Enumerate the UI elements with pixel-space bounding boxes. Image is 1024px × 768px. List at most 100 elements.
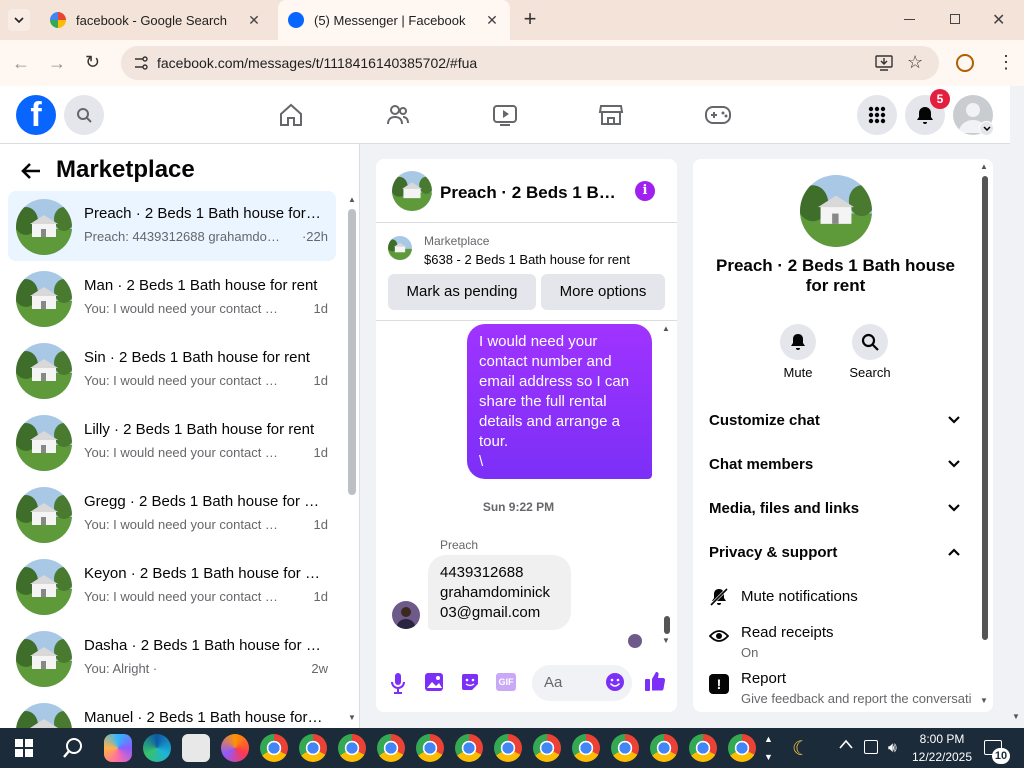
chrome-taskbar-icon[interactable]	[728, 734, 756, 762]
search-in-conversation-button[interactable]	[852, 324, 888, 360]
info-section-1[interactable]: Chat members	[705, 454, 971, 476]
scroll-down-arrow[interactable]: ▼	[662, 636, 670, 645]
close-tab-icon[interactable]: ✕	[484, 12, 500, 28]
outgoing-message-bubble[interactable]: I would need your contact number and ema…	[467, 324, 652, 479]
marketplace-icon[interactable]	[596, 100, 626, 130]
tab-search-button[interactable]	[8, 9, 30, 31]
chrome-taskbar-icon[interactable]	[299, 734, 327, 762]
sticker-icon[interactable]	[460, 672, 480, 692]
reload-icon[interactable]: ↻	[85, 52, 100, 73]
chrome-taskbar-icon[interactable]	[377, 734, 405, 762]
fb-search-button[interactable]	[64, 95, 104, 135]
browser-menu-icon[interactable]: ⋮	[997, 52, 1015, 72]
gif-button[interactable]: GIF	[496, 673, 516, 691]
privacy-item[interactable]: Read receipts On	[741, 624, 971, 661]
friends-icon[interactable]	[383, 100, 413, 130]
show-hidden-icons[interactable]	[839, 739, 853, 749]
mark-as-pending-button[interactable]: Mark as pending	[388, 274, 536, 310]
back-arrow-icon[interactable]	[20, 160, 42, 182]
install-app-icon[interactable]	[875, 55, 893, 71]
emoji-icon[interactable]	[605, 672, 625, 692]
clock-time[interactable]: 8:00 PM	[912, 732, 972, 746]
menu-grid-button[interactable]	[857, 95, 897, 135]
chrome-taskbar-icon[interactable]	[338, 734, 366, 762]
volume-icon[interactable]: 🔊︎	[888, 739, 897, 756]
scrollbar-thumb[interactable]	[982, 176, 988, 640]
home-icon[interactable]	[276, 100, 306, 130]
more-options-button[interactable]: More options	[541, 274, 665, 310]
back-icon[interactable]: ←	[12, 53, 30, 74]
conversation-row[interactable]: Man · 2 Beds 1 Bath house for rent You: I…	[8, 263, 336, 333]
taskbar-search-icon[interactable]	[62, 737, 84, 759]
copilot-icon[interactable]	[104, 734, 132, 762]
conversation-row[interactable]: Dasha · 2 Beds 1 Bath house for rent You:…	[8, 623, 336, 693]
chrome-taskbar-icon[interactable]	[650, 734, 678, 762]
video-icon[interactable]	[490, 100, 520, 130]
listing-thumb[interactable]	[388, 236, 412, 260]
info-section-3[interactable]: Privacy & support	[705, 542, 971, 564]
chrome-taskbar-icon[interactable]	[611, 734, 639, 762]
taskbar-overflow-icon[interactable]: ▲ ▼	[764, 730, 773, 766]
scroll-down-arrow[interactable]: ▼	[980, 696, 988, 705]
clock-date[interactable]: 12/22/2025	[908, 750, 976, 764]
info-section-2[interactable]: Media, files and links	[705, 498, 971, 520]
bookmark-star-icon[interactable]: ☆	[907, 52, 923, 73]
scroll-down-arrow[interactable]: ▼	[348, 713, 356, 722]
sender-avatar[interactable]	[392, 601, 420, 629]
info-listing-thumb[interactable]	[800, 175, 872, 247]
gaming-icon[interactable]	[703, 100, 733, 130]
privacy-item[interactable]: Mute notifications	[741, 588, 971, 625]
minimize-icon[interactable]	[904, 19, 915, 20]
firefox-icon[interactable]	[221, 734, 249, 762]
close-tab-icon[interactable]: ✕	[246, 12, 262, 28]
night-light-icon[interactable]: ☾	[792, 736, 810, 761]
privacy-item[interactable]: Report Give feedback and report the conve…	[741, 670, 971, 707]
chat-header-thumb[interactable]	[392, 171, 432, 211]
windows-start-icon[interactable]	[15, 739, 33, 757]
restore-icon[interactable]	[950, 14, 960, 24]
forward-icon[interactable]: →	[48, 53, 66, 74]
attach-photo-icon[interactable]	[424, 672, 444, 692]
like-thumbs-up-icon[interactable]	[644, 670, 666, 692]
paint-icon[interactable]	[182, 734, 210, 762]
site-info-icon[interactable]	[133, 55, 149, 71]
scroll-up-arrow[interactable]: ▲	[348, 195, 356, 204]
chrome-taskbar-icon[interactable]	[533, 734, 561, 762]
conversation-row[interactable]: Keyon · 2 Beds 1 Bath house for rent You:…	[8, 551, 336, 621]
chrome-taskbar-icon[interactable]	[572, 734, 600, 762]
conversation-row[interactable]: Gregg · 2 Beds 1 Bath house for rent You:…	[8, 479, 336, 549]
chrome-taskbar-icon[interactable]	[689, 734, 717, 762]
new-tab-button[interactable]: +	[518, 8, 542, 32]
facebook-logo-icon[interactable]: f	[16, 95, 56, 135]
scrollbar-thumb[interactable]	[664, 616, 670, 634]
listing-text[interactable]: $638 - 2 Beds 1 Bath house for rent	[424, 252, 630, 267]
mute-button[interactable]	[780, 324, 816, 360]
scroll-up-arrow[interactable]: ▲	[980, 162, 988, 171]
chat-scrollbar[interactable]: ▲ ▼	[662, 324, 672, 648]
info-panel-scrollbar[interactable]: ▲ ▼	[980, 162, 990, 708]
scroll-up-arrow[interactable]: ▲	[662, 324, 670, 333]
tab-messenger[interactable]: (5) Messenger | Facebook ✕	[278, 0, 510, 40]
chat-header-title[interactable]: Preach · 2 Beds 1 Bath house for rent	[440, 183, 616, 203]
conversation-row[interactable]: Lilly · 2 Beds 1 Bath house for rent You:…	[8, 407, 336, 477]
conversation-row[interactable]: Sin · 2 Beds 1 Bath house for rent You: I…	[8, 335, 336, 405]
url-text[interactable]: facebook.com/messages/t/1118416140385702…	[157, 55, 477, 71]
conversation-row[interactable]: Preach · 2 Beds 1 Bath house for rent Pre…	[8, 191, 336, 261]
account-chevron-icon[interactable]	[979, 121, 994, 136]
info-section-0[interactable]: Customize chat	[705, 410, 971, 432]
profile-icon[interactable]	[956, 54, 974, 72]
chrome-taskbar-icon[interactable]	[494, 734, 522, 762]
close-window-icon[interactable]: ✕	[992, 10, 1005, 30]
edge-icon[interactable]	[143, 734, 171, 762]
conversation-info-icon[interactable]: i	[635, 181, 655, 201]
network-icon[interactable]	[864, 740, 878, 754]
chrome-taskbar-icon[interactable]	[416, 734, 444, 762]
page-scroll-down-arrow[interactable]: ▼	[1012, 712, 1020, 721]
incoming-message-bubble[interactable]: 4439312688 grahamdominick 03@gmail.com	[428, 555, 571, 630]
scrollbar-thumb[interactable]	[348, 209, 356, 495]
voice-clip-icon[interactable]	[389, 672, 407, 694]
chrome-taskbar-icon[interactable]	[455, 734, 483, 762]
chrome-taskbar-icon[interactable]	[260, 734, 288, 762]
conversation-list-scrollbar[interactable]: ▲ ▼	[348, 195, 356, 725]
tab-google-search[interactable]: facebook - Google Search ✕	[40, 0, 272, 40]
